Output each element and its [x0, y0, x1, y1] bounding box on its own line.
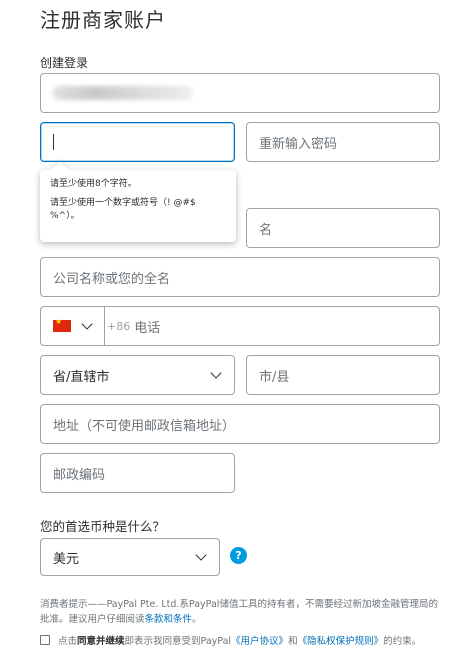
tooltip-rule-length: 请至少使用8个字符。: [50, 179, 137, 189]
confirm-password-placeholder: 重新输入密码: [259, 136, 338, 152]
chevron-down-icon: [81, 318, 93, 330]
privacy-policy-link[interactable]: 《隐私权保护规则》: [298, 636, 384, 647]
phone-divider: [104, 307, 105, 345]
city-field[interactable]: 市/县: [246, 355, 440, 395]
province-selected-value: 省/直辖市: [53, 369, 110, 385]
notice-end: 。: [192, 614, 202, 625]
help-icon[interactable]: ?: [230, 547, 247, 564]
agree-checkbox[interactable]: [40, 635, 50, 645]
currency-selected-value: 美元: [53, 551, 80, 567]
password-field[interactable]: [40, 122, 235, 162]
tooltip-rule-symbol: 请至少使用一个数字或符号（! @#$ %^）。: [50, 198, 196, 221]
consumer-notice: 消费者提示——PayPal Pte. Ltd.系PayPal储值工具的持有者，不…: [40, 597, 440, 627]
province-select[interactable]: 省/直辖市: [40, 355, 235, 395]
agree-suffix: 的约束。: [383, 636, 422, 647]
chevron-down-icon: [195, 549, 207, 561]
create-login-label: 创建登录: [40, 56, 89, 70]
country-code-selector[interactable]: [41, 307, 104, 345]
email-value-redacted: [53, 86, 193, 100]
currency-select[interactable]: 美元: [40, 538, 220, 576]
company-name-field[interactable]: 公司名称或您的全名: [40, 257, 440, 297]
password-requirements-tooltip: 请至少使用8个字符。 请至少使用一个数字或符号（! @#$ %^）。: [40, 161, 236, 242]
text-caret: [53, 134, 54, 150]
city-placeholder: 市/县: [259, 369, 290, 385]
merchant-signup-page: 注册商家账户 创建登录 重新输入密码 名 请至少使用8个字符。 请至少使用一个数…: [0, 0, 452, 669]
agree-mid: 即表示我同意受到PayPal: [124, 636, 232, 647]
address-field[interactable]: 地址（不可使用邮政信箱地址）: [40, 404, 440, 444]
agree-bold-text: 同意并继续: [77, 636, 125, 647]
user-agreement-link[interactable]: 《用户协议》: [231, 636, 288, 647]
agree-and: 和: [288, 636, 298, 647]
postal-code-placeholder: 邮政编码: [53, 467, 106, 483]
confirm-password-field[interactable]: 重新输入密码: [246, 122, 440, 162]
currency-question: 您的首选币种是什么？: [40, 519, 166, 534]
chevron-down-icon: [210, 367, 222, 379]
agreement-row: 点击同意并继续即表示我同意受到PayPal《用户协议》和《隐私权保护规则》的约束…: [40, 634, 448, 649]
last-name-field[interactable]: 名: [246, 208, 440, 248]
terms-link[interactable]: 条款和条件: [145, 614, 193, 625]
phone-field[interactable]: +86 电话: [40, 306, 440, 346]
phone-country-prefix: +86: [107, 319, 131, 333]
notice-text: 消费者提示——PayPal Pte. Ltd.系PayPal储值工具的持有者，不…: [40, 599, 438, 625]
email-field[interactable]: [40, 73, 440, 113]
address-placeholder: 地址（不可使用邮政信箱地址）: [53, 418, 236, 434]
tooltip-arrow: [51, 161, 69, 179]
last-name-placeholder: 名: [259, 222, 273, 238]
page-title: 注册商家账户: [40, 8, 166, 32]
postal-code-field[interactable]: 邮政编码: [40, 453, 235, 493]
company-name-placeholder: 公司名称或您的全名: [53, 271, 171, 287]
agree-prefix: 点击: [58, 636, 78, 647]
phone-placeholder: 电话: [134, 320, 161, 336]
china-flag-icon: [53, 317, 71, 332]
